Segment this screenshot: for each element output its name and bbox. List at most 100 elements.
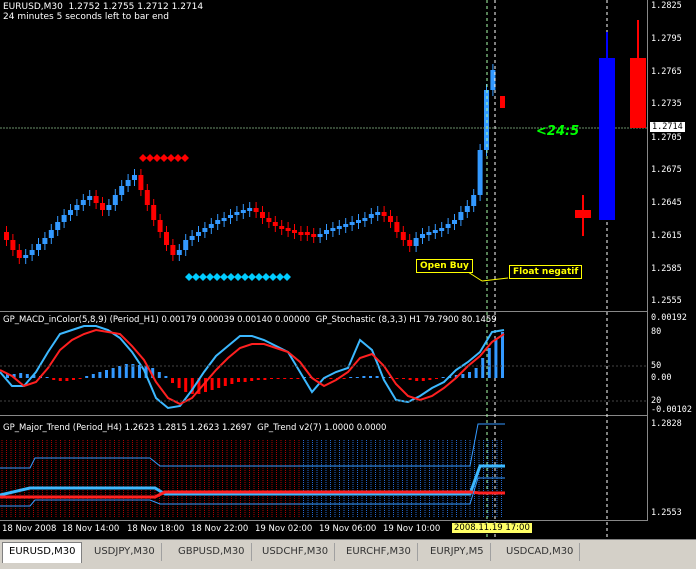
- price-axis-7: 1.2645: [651, 198, 682, 208]
- candle: [55, 222, 61, 230]
- macd-bar: [237, 378, 240, 382]
- tab-eurjpy[interactable]: EURJPY,M5: [424, 543, 491, 561]
- diamond: [192, 273, 200, 281]
- macd-bar: [105, 370, 108, 378]
- time-axis-6: 19 Nov 06:00: [319, 524, 377, 534]
- diamond: [269, 273, 277, 281]
- tab-eurusd[interactable]: EURUSD,M30: [2, 542, 83, 563]
- candle: [336, 226, 342, 229]
- candle: [215, 220, 221, 224]
- candle: [138, 175, 144, 190]
- candle: [349, 222, 355, 225]
- candle: [228, 215, 233, 218]
- macd-bar: [19, 373, 23, 378]
- ind1-axis-6: -0.00102: [651, 405, 692, 415]
- candle: [317, 234, 323, 237]
- diamond: [213, 273, 221, 281]
- candle: [260, 212, 265, 218]
- macd-bar: [223, 378, 227, 386]
- red-diamond-signals: [139, 154, 189, 162]
- price-axis-10: 1.2555: [651, 296, 682, 306]
- candle: [42, 238, 48, 244]
- diamond: [206, 273, 214, 281]
- macd-bar: [177, 378, 181, 388]
- candle: [157, 220, 163, 232]
- macd-bar: [487, 348, 491, 378]
- candle: [311, 234, 317, 237]
- macd-bar: [441, 377, 445, 378]
- candle: [196, 232, 201, 236]
- candle: [4, 232, 9, 240]
- macd-bar: [369, 376, 372, 378]
- candle: [221, 218, 227, 221]
- ind1-axis-1: 0.00192: [651, 313, 687, 323]
- candle: [74, 205, 80, 210]
- macd-bar: [461, 374, 465, 378]
- candle: [247, 208, 253, 211]
- macd-bar: [217, 378, 221, 388]
- macd-bar: [243, 378, 247, 382]
- chart-graphics: [0, 0, 647, 538]
- macd-histogram: [6, 332, 504, 394]
- candle: [381, 212, 387, 216]
- price-axis-9: 1.2585: [651, 264, 682, 274]
- macd-bar: [210, 378, 214, 390]
- time-axis-4: 18 Nov 22:00: [191, 524, 249, 534]
- price-axis-5: 1.2705: [651, 133, 682, 143]
- candle: [266, 218, 272, 222]
- time-axis-3: 18 Nov 18:00: [127, 524, 185, 534]
- indicator2-title: GP_Major_Trend (Period_H4) 1.2623 1.2815…: [3, 423, 387, 433]
- tab-usdjpy[interactable]: USDJPY,M30: [88, 543, 162, 561]
- tab-eurchf[interactable]: EURCHF,M30: [340, 543, 418, 561]
- macd-bar: [342, 378, 346, 379]
- macd-bar: [58, 378, 62, 381]
- candle: [240, 210, 246, 213]
- candle: [61, 215, 67, 222]
- macd-bar: [91, 374, 95, 378]
- macd-bar: [78, 378, 82, 379]
- blue-diamond-signals: [185, 273, 291, 281]
- candle: [202, 228, 208, 232]
- macd-bar: [402, 378, 405, 379]
- macd-bar: [45, 377, 49, 378]
- candle: [343, 224, 349, 227]
- macd-bar: [256, 378, 260, 380]
- candle: [176, 250, 182, 255]
- big-bear-candle: [630, 58, 646, 128]
- open-buy-label: Open Buy: [416, 259, 473, 273]
- current-price-box: 1.2714: [650, 122, 685, 132]
- macd-bar: [276, 378, 280, 379]
- candle: [362, 218, 368, 221]
- tab-usdchf[interactable]: USDCHF,M30: [256, 543, 336, 561]
- candle: [208, 224, 214, 228]
- diamond: [283, 273, 291, 281]
- macd-bar: [72, 378, 75, 380]
- candle: [304, 232, 310, 235]
- candle: [189, 236, 195, 240]
- ind1-axis-3: 50: [651, 361, 662, 371]
- candle: [445, 224, 451, 228]
- candle: [330, 228, 336, 231]
- macd-bar: [375, 376, 379, 378]
- tab-gbpusd[interactable]: GBPUSD,M30: [172, 543, 252, 561]
- macd-bar: [395, 378, 399, 379]
- tab-usdcad[interactable]: USDCAD,M30: [500, 543, 581, 561]
- macd-bar: [52, 378, 56, 380]
- candle: [80, 200, 86, 205]
- candle: [183, 240, 189, 250]
- candle: [439, 228, 445, 231]
- candle: [151, 205, 157, 220]
- candle: [234, 212, 240, 215]
- macd-bar: [329, 378, 333, 379]
- diamond: [146, 154, 154, 162]
- bar-timer: 24 minutes 5 seconds left to bar end: [3, 12, 169, 22]
- candle: [426, 232, 432, 235]
- candle: [93, 196, 99, 203]
- candle: [112, 195, 118, 205]
- candlesticks: [4, 64, 505, 264]
- macd-bar: [85, 376, 89, 378]
- candle: [144, 190, 150, 205]
- macd-bar: [111, 368, 115, 378]
- time-axis-5: 19 Nov 02:00: [255, 524, 313, 534]
- diamond: [153, 154, 161, 162]
